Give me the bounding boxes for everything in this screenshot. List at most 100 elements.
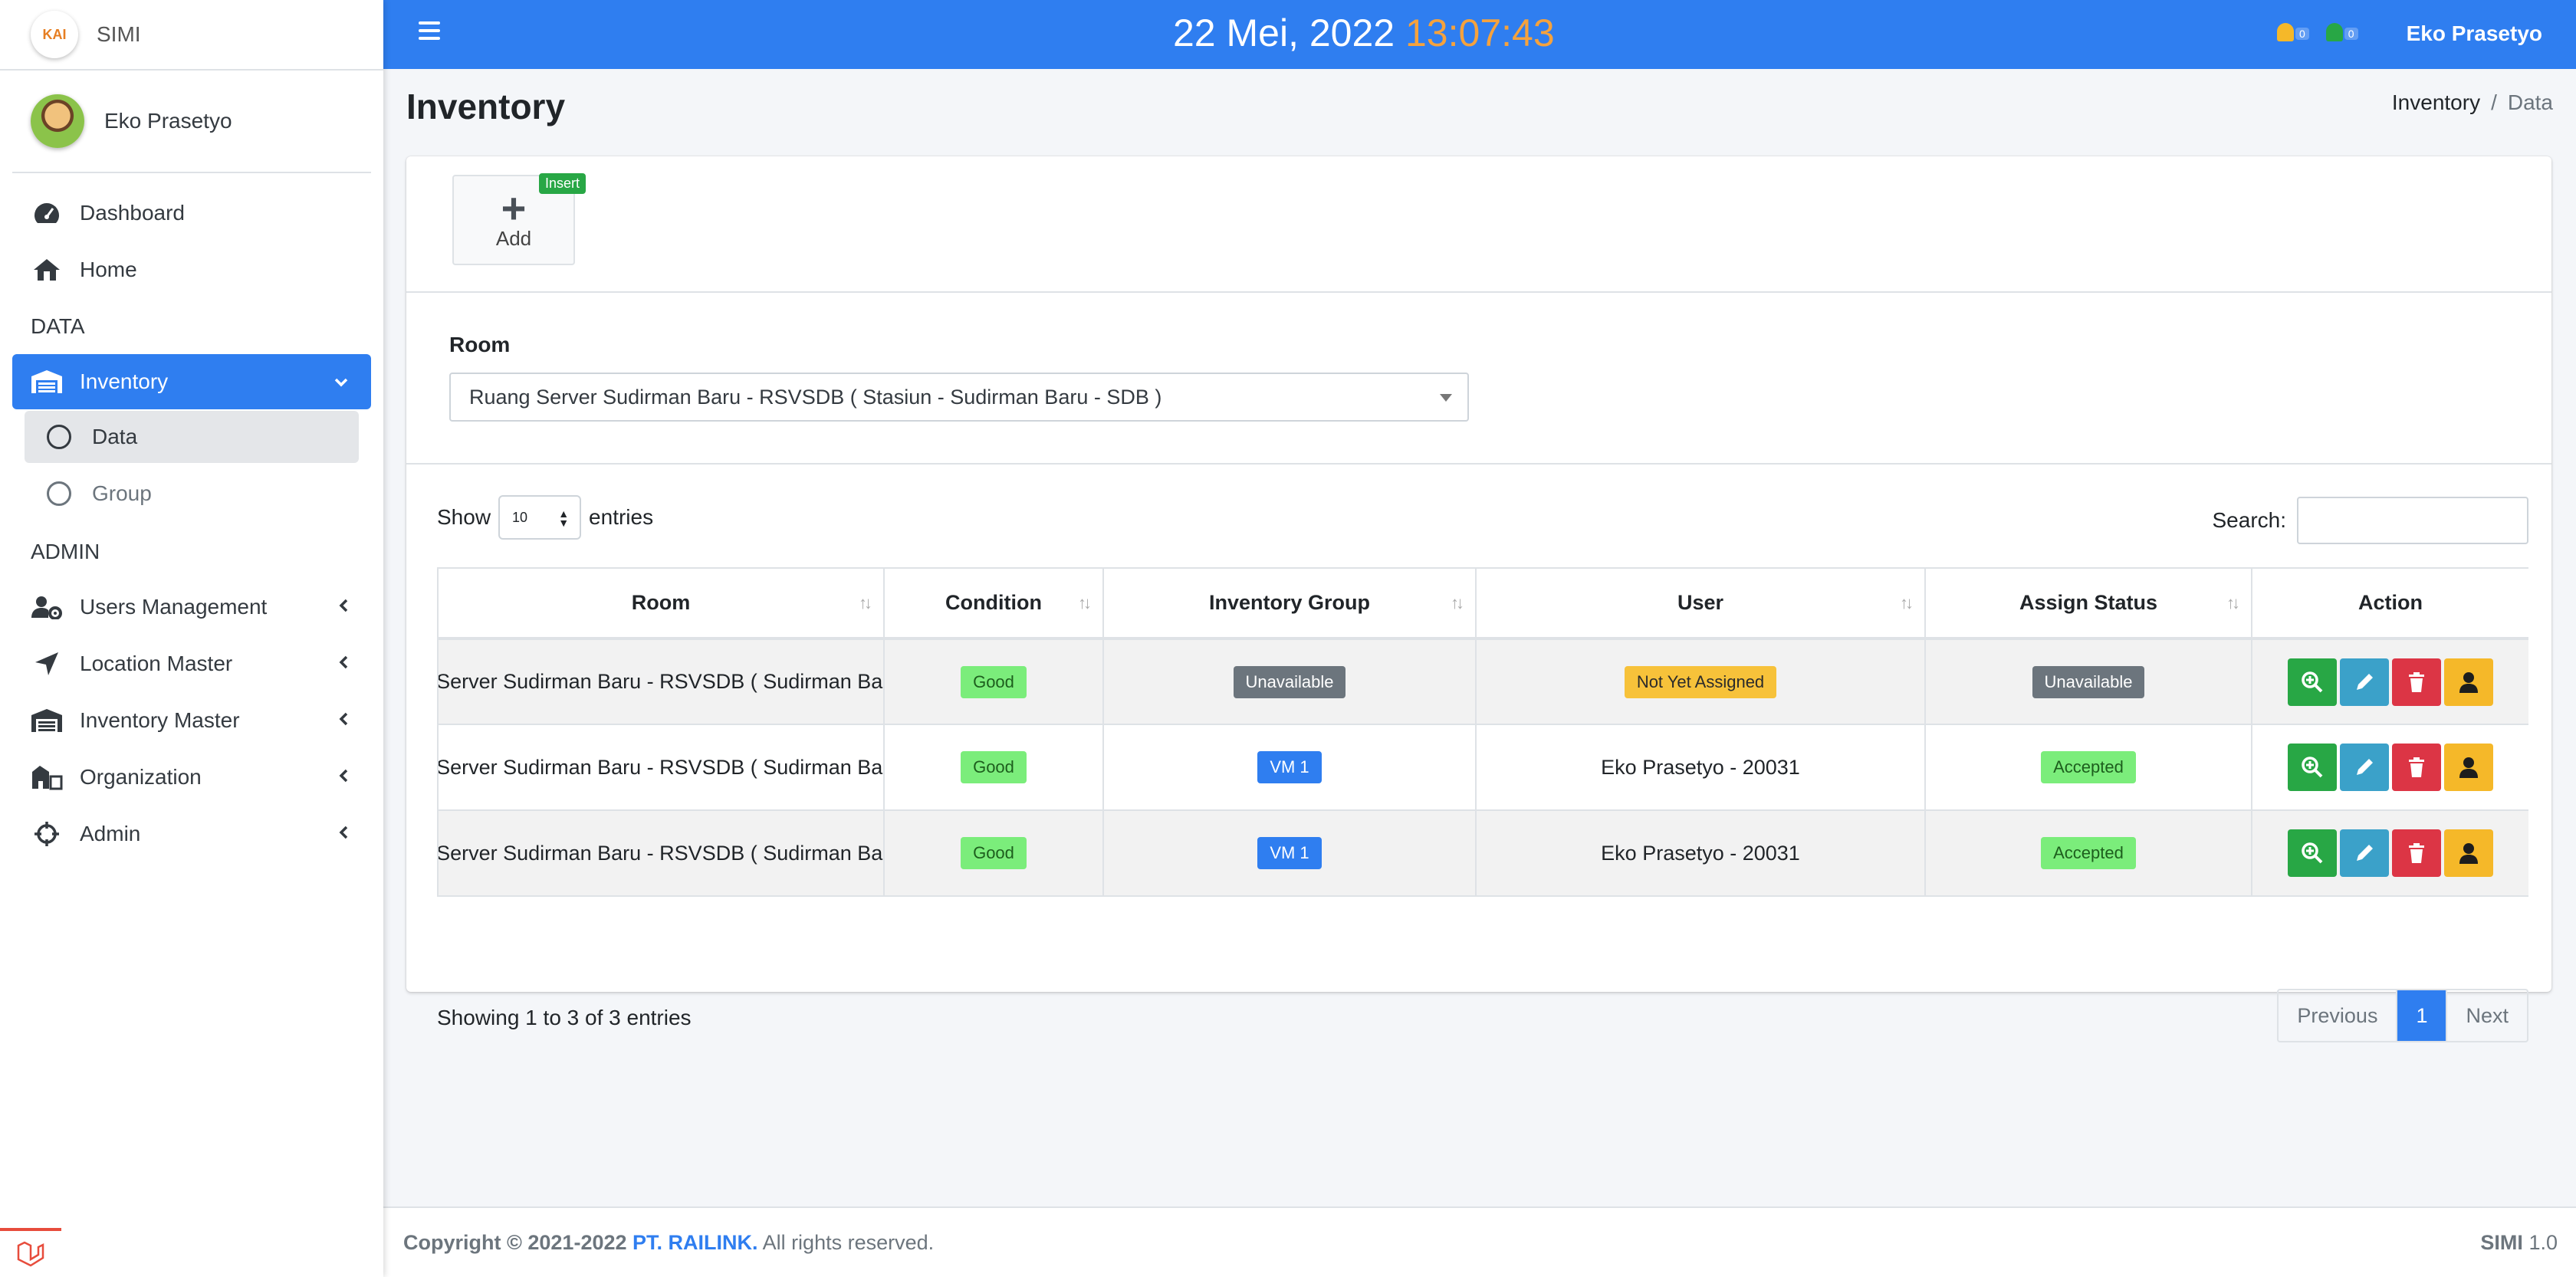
breadcrumb-item-inventory[interactable]: Inventory (2392, 90, 2480, 114)
nav-header-admin: ADMIN (31, 540, 100, 563)
notifications: 0 0 (2277, 23, 2358, 41)
delete-button[interactable] (2392, 829, 2441, 877)
cell-condition: Good (883, 809, 1104, 897)
pagination-previous[interactable]: Previous (2279, 990, 2398, 1041)
pagination: Previous 1 Next (2277, 989, 2528, 1042)
page-length-value: 10 (512, 509, 528, 525)
sidebar-item-label: Home (80, 258, 137, 281)
room-select-value: Ruang Server Sudirman Baru - RSVSDB ( St… (469, 385, 1162, 409)
user-panel[interactable]: Eko Prasetyo (12, 71, 371, 173)
inventory-table: Room ↑↓ Condition ↑↓ Inventory Group ↑↓ Use… (437, 567, 2528, 897)
room-select[interactable]: Ruang Server Sudirman Baru - RSVSDB ( St… (449, 373, 1469, 422)
sidebar-subitem-group[interactable]: Group (25, 468, 359, 520)
pencil-icon (2357, 845, 2373, 861)
sidebar-item-users-management[interactable]: Users Management (12, 579, 371, 635)
column-header-label: Assign Status (2019, 591, 2158, 614)
sidebar-item-label: Organization (80, 765, 202, 789)
edit-button[interactable] (2340, 829, 2389, 877)
home-icon (31, 258, 63, 282)
column-header-label: Room (631, 591, 691, 614)
sidebar-item-label: Location Master (80, 652, 233, 675)
brand-link[interactable]: KAI SIMI (0, 0, 383, 71)
assign-user-button[interactable] (2444, 829, 2493, 877)
add-button-label: Add (495, 227, 532, 250)
trash-icon (2409, 757, 2424, 777)
add-button[interactable]: + Add Insert (452, 173, 586, 265)
sidebar-item-dashboard[interactable]: Dashboard (12, 185, 371, 241)
pagination-page-1[interactable]: 1 (2397, 990, 2448, 1041)
brand-logo-text: KAI (42, 26, 67, 42)
trash-icon (2409, 671, 2424, 692)
company-link[interactable]: PT. RAILINK. (632, 1231, 758, 1254)
brand-logo: KAI (31, 11, 78, 58)
column-header-label: Inventory Group (1208, 591, 1370, 614)
chevron-left-icon (339, 710, 348, 731)
rights-text: All rights reserved. (762, 1230, 935, 1254)
cell-actions (2251, 638, 2528, 725)
view-button[interactable] (2288, 829, 2337, 877)
notification-count: 0 (2344, 28, 2358, 40)
edit-button[interactable] (2340, 744, 2389, 791)
cell-status: Unavailable (1924, 638, 2252, 725)
table-row: Ruang Server Sudirman Baru - RSVSDB ( Su… (437, 724, 2528, 811)
sidebar-item-inventory[interactable]: Inventory (12, 354, 371, 409)
delete-button[interactable] (2392, 658, 2441, 706)
assign-user-button[interactable] (2444, 658, 2493, 706)
notification-count: 0 (2295, 28, 2309, 40)
sidebar-item-organization[interactable]: Organization (12, 750, 371, 805)
delete-button[interactable] (2392, 744, 2441, 791)
user-menu[interactable]: Eko Prasetyo (2407, 21, 2542, 46)
search-input[interactable] (2297, 497, 2528, 544)
group-badge: VM 1 (1257, 751, 1322, 783)
user-badge: Not Yet Assigned (1624, 665, 1777, 698)
page-length-select[interactable]: 10 ▲ ▼ (498, 495, 582, 540)
breadcrumb: Inventory / Data (2391, 90, 2553, 114)
user-icon (2459, 757, 2478, 778)
footer: Copyright © 2021-2022 PT. RAILINK. All r… (383, 1206, 2576, 1277)
cell-room: Ruang Server Sudirman Baru - RSVSDB ( Su… (437, 809, 885, 897)
sidebar-item-location-master[interactable]: Location Master (12, 636, 371, 691)
sidebar-item-home[interactable]: Home (12, 242, 371, 297)
sidebar-item-inventory-master[interactable]: Inventory Master (12, 693, 371, 748)
bell-icon (2277, 23, 2294, 41)
inventory-submenu: Data Group (12, 411, 371, 520)
menu-toggle-icon[interactable] (419, 21, 440, 44)
notification-bell-button-2[interactable]: 0 (2325, 23, 2358, 41)
sort-updown-icon: ▲ ▼ (558, 507, 570, 529)
condition-badge: Good (961, 751, 1027, 783)
sidebar-item-label: Inventory Master (80, 708, 240, 732)
cell-room: Ruang Server Sudirman Baru - RSVSDB ( Su… (437, 724, 885, 811)
column-header-room[interactable]: Room ↑↓ (437, 567, 885, 640)
sidebar-item-label: Group (92, 481, 152, 505)
circle-icon (43, 425, 75, 449)
cell-group: Unavailable (1102, 638, 1477, 725)
table-scroll-container[interactable]: Room ↑↓ Condition ↑↓ Inventory Group ↑↓ Use… (437, 567, 2528, 897)
view-button[interactable] (2288, 744, 2337, 791)
sidebar-subitem-data[interactable]: Data (25, 411, 359, 463)
assign-user-button[interactable] (2444, 744, 2493, 791)
column-header-inventory-group[interactable]: Inventory Group ↑↓ (1102, 567, 1477, 640)
zoom-in-icon (2302, 757, 2323, 778)
crosshairs-icon (31, 822, 63, 846)
column-header-condition[interactable]: Condition ↑↓ (883, 567, 1104, 640)
chevron-down-icon (334, 371, 348, 392)
top-navbar: 22 Mei, 2022 13:07:43 0 0 Eko Prasetyo (383, 0, 2576, 69)
edit-button[interactable] (2340, 658, 2389, 706)
notification-bell-button[interactable]: 0 (2277, 23, 2309, 41)
column-header-assign-status[interactable]: Assign Status ↑↓ (1924, 567, 2252, 640)
zoom-in-icon (2302, 842, 2323, 864)
sidebar-item-label: Inventory (80, 369, 169, 393)
room-filter-label: Room (449, 333, 511, 356)
cell-room: Ruang Server Sudirman Baru - RSVSDB ( Su… (437, 638, 885, 725)
sidebar-item-admin[interactable]: Admin (12, 806, 371, 862)
table-row: Ruang Server Sudirman Baru - RSVSDB ( Su… (437, 809, 2528, 897)
view-button[interactable] (2288, 658, 2337, 706)
column-header-user[interactable]: User ↑↓ (1475, 567, 1926, 640)
cell-condition: Good (883, 724, 1104, 811)
bell-icon (2325, 23, 2343, 41)
cell-condition: Good (883, 638, 1104, 725)
sort-icon: ↑↓ (1900, 593, 1914, 612)
entries-label: entries (589, 505, 654, 529)
app-name: SIMI (2480, 1230, 2523, 1254)
pagination-next[interactable]: Next (2447, 990, 2527, 1041)
